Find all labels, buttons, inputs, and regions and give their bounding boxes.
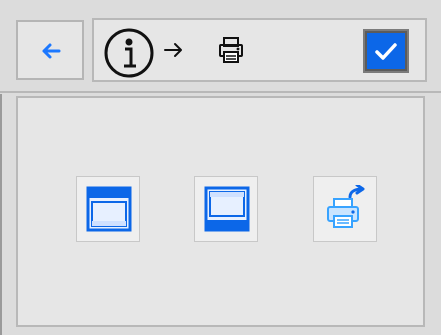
printer-share-icon <box>327 185 365 228</box>
back-arrow-icon <box>42 43 61 59</box>
back-button[interactable] <box>16 20 84 80</box>
window-bottom-bar-icon <box>204 186 250 232</box>
right-arrow-icon <box>164 43 182 57</box>
checkmark-icon <box>375 43 397 60</box>
title-panel <box>92 18 427 82</box>
window-top-bar-button[interactable] <box>76 176 140 242</box>
content-panel <box>16 96 425 327</box>
printer-icon <box>219 37 243 63</box>
info-icon <box>104 28 154 78</box>
window-top-bar-icon <box>86 186 132 232</box>
window-bottom-bar-button[interactable] <box>194 176 258 242</box>
toolbar-divider <box>0 91 441 93</box>
printer-share-button[interactable] <box>313 176 377 242</box>
confirm-button[interactable] <box>363 29 409 73</box>
top-toolbar <box>0 0 441 94</box>
